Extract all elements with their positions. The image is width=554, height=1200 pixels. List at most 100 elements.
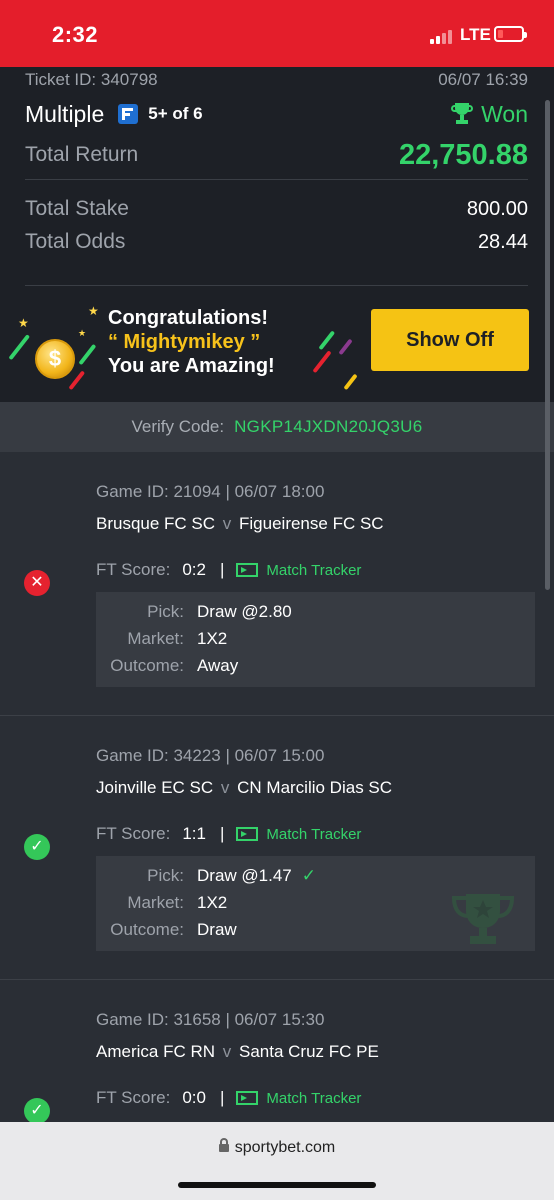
pick-check-icon: ✓ [301,866,316,885]
url-display[interactable]: sportybet.com [0,1138,554,1157]
bet-type: Multiple [25,100,105,127]
total-odds-label: Total Odds [25,230,126,253]
url-text: sportybet.com [234,1139,336,1156]
verify-code-value[interactable]: NGKP14JXDN20JQ3U6 [234,417,422,437]
ticket-summary: Ticket ID: 340798 06/07 16:39 Multiple 5… [0,67,554,402]
outcome-value: Draw [197,920,237,939]
flexibet-count: 5+ of 6 [148,104,203,123]
ft-score-row: FT Score: 0:0 | Match Tracker [96,1088,361,1108]
away-team: Santa Cruz FC PE [238,1042,379,1061]
ft-score-row: FT Score: 1:1 | Match Tracker [96,824,361,844]
confetti-streak [68,370,86,391]
market-label: Market: [127,629,184,648]
coin-icon: $ [35,339,75,379]
match-tracker-icon [236,563,259,577]
divider [25,285,528,286]
congrats-message: Congratulations! “ Mightymikey ” You are… [108,306,275,378]
versus: v [222,514,232,533]
pick-value: Draw @1.47 ✓ [197,866,316,886]
congrats-username: “ Mightymikey ” [108,331,261,353]
pick-row: Pick: Draw @2.80 [96,602,535,628]
total-stake-value: 800.00 [466,197,528,220]
ticket-datetime: 06/07 16:39 [438,70,528,89]
ticket-id: Ticket ID: 340798 [25,70,158,89]
market-value: 1X2 [197,893,228,912]
outcome-value: Away [197,656,239,675]
match-tracker-label: Match Tracker [266,561,362,579]
confetti-streak [78,343,97,366]
trophy-icon [451,103,474,125]
total-odds-row: Total Odds 28.44 [25,230,528,254]
ft-score-value: 0:2 [182,560,206,579]
total-stake-row: Total Stake 800.00 [25,197,528,221]
status-time: 2:32 [52,22,99,47]
network-type: LTE [460,25,491,44]
browser-url-bar[interactable]: sportybet.com [0,1122,554,1200]
game-teams: Brusque FC SC v Figueirense FC SC [96,514,384,534]
game-id: Game ID: 34223 | 06/07 15:00 [96,746,325,765]
match-tracker-icon [236,827,259,841]
total-stake-label: Total Stake [25,197,129,220]
ft-score-label: FT Score: [96,1088,171,1107]
home-indicator[interactable] [178,1182,376,1188]
match-tracker-link[interactable]: Match Tracker [236,562,361,579]
pick-text: Draw @1.47 [197,866,292,885]
ft-score-row: FT Score: 0:2 | Match Tracker [96,560,361,580]
divider [25,179,528,180]
lost-icon: ✕ [24,570,50,596]
match-tracker-link[interactable]: Match Tracker [236,1090,361,1107]
confetti-streak [312,350,332,374]
total-odds-value: 28.44 [477,230,528,253]
separator: | [219,560,225,579]
ft-score-value: 1:1 [182,824,206,843]
match-tracker-label: Match Tracker [266,825,362,843]
star-icon: ★ [18,316,29,330]
game-card: Game ID: 21094 | 06/07 18:00 Brusque FC … [0,452,554,716]
trophy-watermark-icon [451,894,515,944]
market-label: Market: [127,893,184,912]
star-icon: ★ [78,328,87,338]
bet-type-row: Multiple 5+ of 6 Won [25,99,528,129]
confetti-streak [343,373,358,391]
ft-score-label: FT Score: [96,824,171,843]
game-id: Game ID: 31658 | 06/07 15:30 [96,1010,325,1029]
home-team: America FC RN [96,1042,216,1061]
versus: v [220,778,230,797]
verify-code-label: Verify Code: [131,417,225,436]
match-tracker-icon [236,1091,259,1105]
pick-value: Draw @2.80 [197,602,292,621]
outcome-label: Outcome: [110,920,184,939]
scrollbar[interactable] [545,100,550,590]
lock-icon [218,1138,229,1152]
signal-icon [430,28,456,44]
pick-row: Pick: Draw @1.47 ✓ [96,866,535,892]
confetti-streak [318,330,336,351]
show-off-button[interactable]: Show Off [371,309,529,371]
home-team: Brusque FC SC [96,514,216,533]
won-check-icon: ✓ [24,834,50,860]
won-status: Won [451,101,528,128]
battery-icon [494,26,527,42]
game-teams: America FC RN v Santa Cruz FC PE [96,1042,379,1062]
outcome-row: Outcome: Away [96,656,535,682]
game-id: Game ID: 21094 | 06/07 18:00 [96,482,325,501]
market-row: Market: 1X2 [96,629,535,655]
ft-score-value: 0:0 [182,1088,206,1107]
won-label: Won [481,100,528,127]
game-card: Game ID: 31658 | 06/07 15:30 America FC … [0,980,554,1140]
versus: v [222,1042,232,1061]
away-team: Figueirense FC SC [239,514,384,533]
game-card: Game ID: 34223 | 06/07 15:00 Joinville E… [0,716,554,980]
flexibet-icon [118,104,139,124]
market-value: 1X2 [197,629,228,648]
confetti-streak [338,338,353,356]
won-check-icon: ✓ [24,1098,50,1124]
selection-details: Pick: Draw @2.80 Market: 1X2 Outcome: Aw… [96,592,535,687]
page: 2:32 LTE Ticket ID: 340798 06/07 16:39 M… [0,0,554,1200]
match-tracker-link[interactable]: Match Tracker [236,826,361,843]
separator: | [219,824,225,843]
outcome-label: Outcome: [110,656,184,675]
pick-label: Pick: [147,866,184,885]
game-teams: Joinville EC SC v CN Marcilio Dias SC [96,778,392,798]
confetti-streak [8,334,31,361]
